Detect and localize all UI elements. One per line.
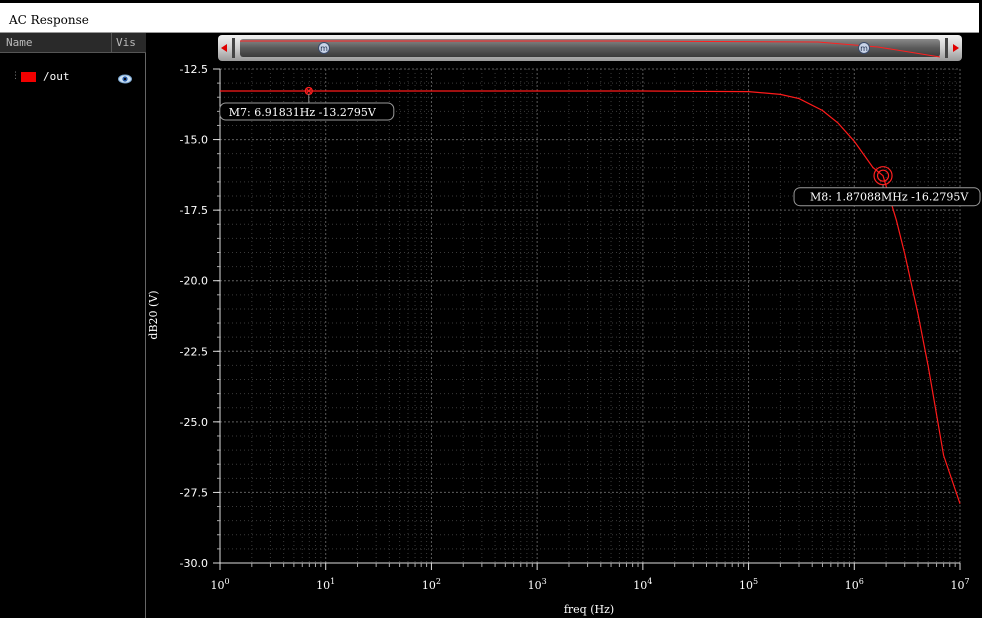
grid-minor	[220, 68, 960, 564]
signal-row-out[interactable]: ⋮ /out	[0, 69, 145, 85]
marker-glyph: m	[860, 44, 868, 53]
y-tick-label: -15.0	[180, 134, 208, 147]
scroll-right-handle[interactable]	[945, 38, 948, 58]
x-tick-label: 101	[316, 577, 335, 592]
x-axis-ticks: 100 101 102 103 104 105 106 107	[210, 563, 970, 592]
marker-m7-thumb[interactable]: m	[318, 42, 330, 54]
scroll-thumb[interactable]	[240, 39, 940, 57]
column-header-name[interactable]: Name	[6, 36, 33, 49]
marker-m8-label: M8: 1.87088MHz -16.2795V	[810, 191, 969, 204]
signal-browser: Name Vis ⋮ /out	[0, 33, 146, 618]
markers-layer: M7: 6.91831Hz -13.2795V M8: 1.87088MHz -1…	[219, 86, 981, 207]
y-tick-label: -12.5	[180, 63, 208, 76]
y-axis-ticks: -12.5 -15.0 -17.5 -20.0 -22.5 -25.0 -27.5 -30.0	[180, 63, 220, 570]
x-tick-label: 107	[950, 577, 969, 592]
y-axis-label: dB20 (V)	[147, 290, 160, 339]
plot-axes	[219, 69, 960, 564]
column-separator[interactable]	[111, 33, 112, 53]
window-titlebar: AC Response	[0, 0, 982, 33]
eye-icon[interactable]	[118, 70, 132, 89]
signal-browser-header: Name Vis	[0, 33, 146, 53]
zoom-scrollbar[interactable]: m m	[218, 33, 962, 63]
y-tick-label: -17.5	[180, 204, 208, 217]
x-axis-label: freq (Hz)	[564, 603, 614, 616]
signal-color-swatch[interactable]	[21, 72, 36, 82]
titlebar-border	[0, 0, 982, 3]
x-tick-label: 100	[210, 577, 229, 592]
ac-response-plot[interactable]: -12.5 -15.0 -17.5 -20.0 -22.5 -25.0 -27.5 -30.0…	[147, 63, 982, 618]
y-tick-label: -20.0	[180, 275, 208, 288]
x-tick-label: 102	[422, 577, 441, 592]
y-tick-label: -22.5	[180, 345, 208, 358]
window-title: AC Response	[9, 13, 89, 27]
grid-major	[219, 68, 961, 564]
column-header-vis[interactable]: Vis	[116, 36, 136, 49]
x-tick-label: 104	[633, 577, 652, 592]
signal-name[interactable]: /out	[43, 70, 70, 83]
tree-connector: ⋮	[11, 71, 20, 81]
y-tick-label: -25.0	[180, 416, 208, 429]
x-tick-label: 103	[528, 577, 547, 592]
marker-m8-thumb[interactable]: m	[858, 42, 870, 54]
y-tick-label: -30.0	[180, 557, 208, 570]
marker-m7-label: M7: 6.91831Hz -13.2795V	[229, 106, 377, 119]
y-tick-label: -27.5	[180, 486, 208, 499]
marker-glyph: m	[320, 44, 328, 53]
scroll-left-handle[interactable]	[232, 38, 235, 58]
x-tick-label: 105	[739, 577, 758, 592]
x-tick-label: 106	[845, 577, 864, 592]
